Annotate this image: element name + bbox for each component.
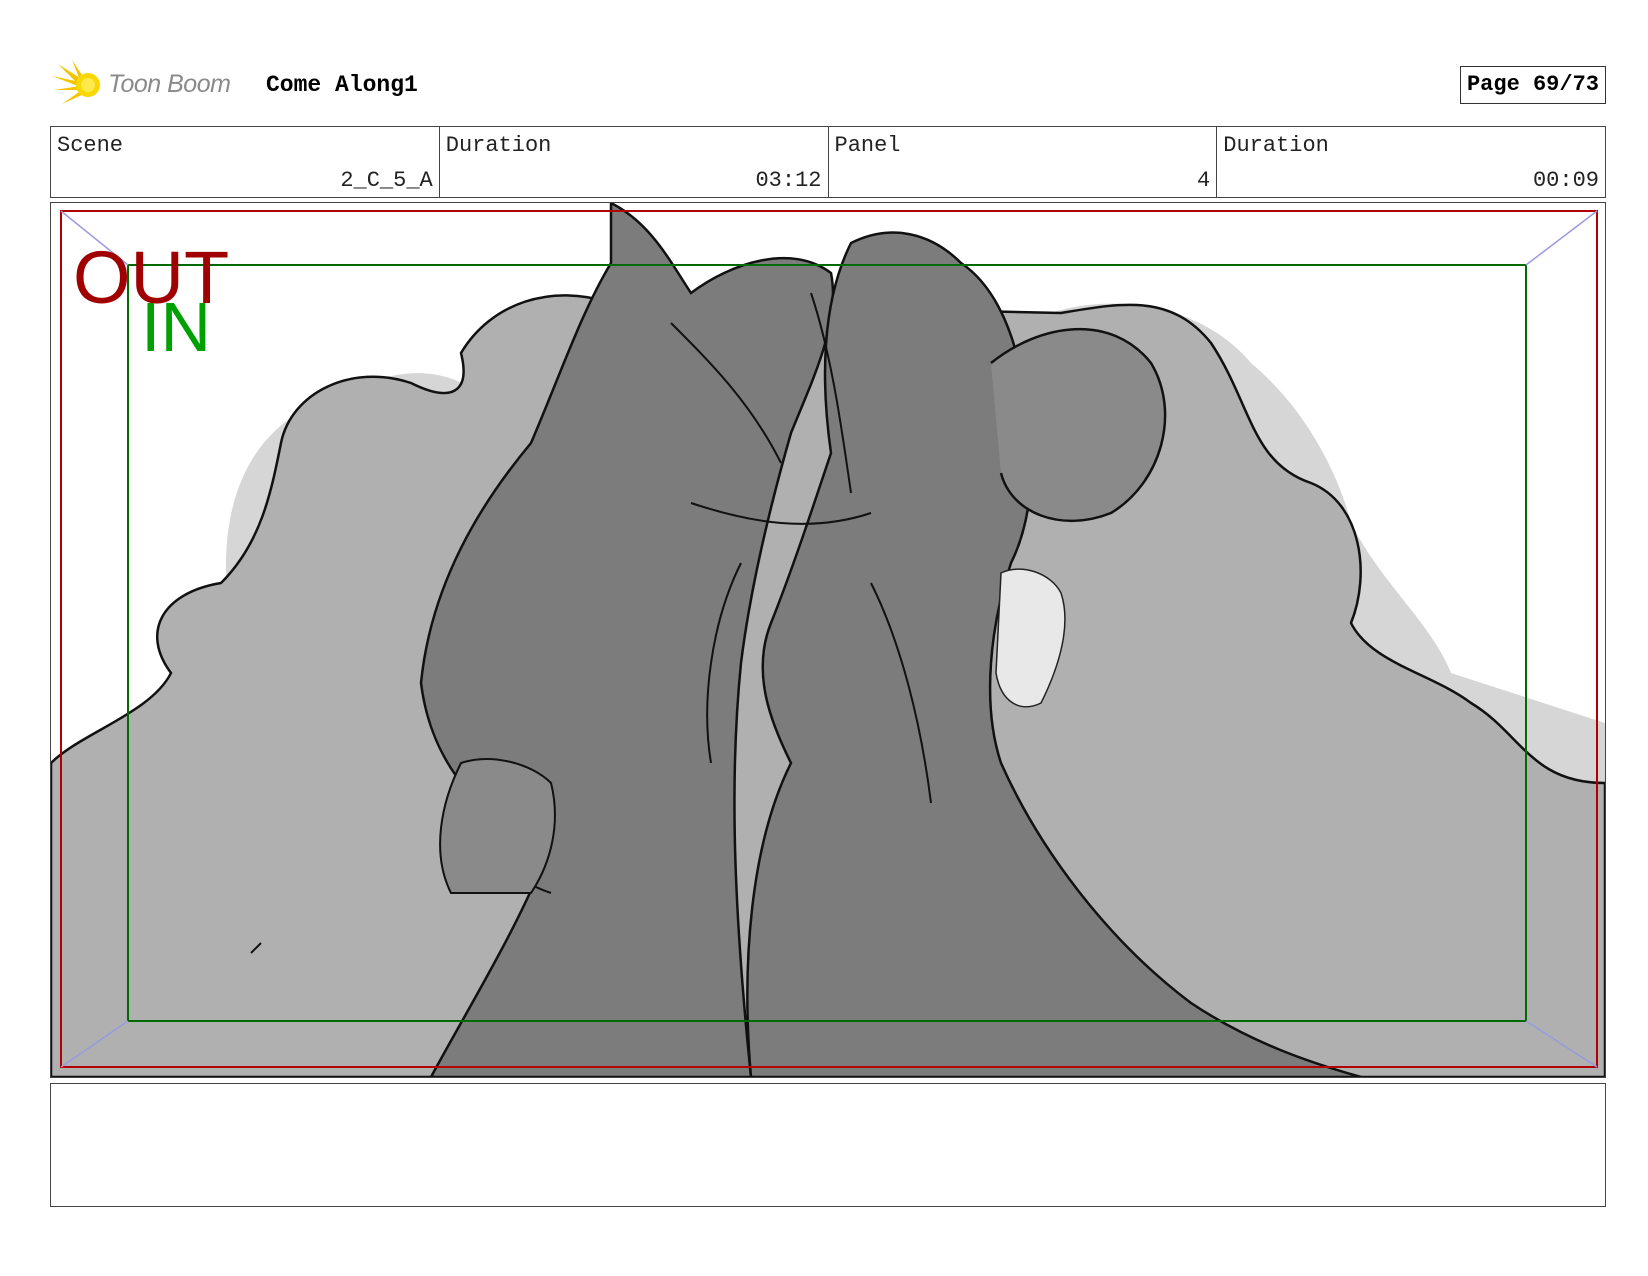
panel-notes-box[interactable] <box>50 1083 1606 1207</box>
toon-boom-logo: Toon Boom <box>50 58 250 110</box>
panel-duration-label: Duration <box>1223 133 1329 158</box>
panel-value: 4 <box>1197 168 1211 193</box>
scene-duration-label: Duration <box>445 133 552 158</box>
logo-wordmark: Toon Boom <box>108 70 231 98</box>
starburst-icon <box>52 60 100 104</box>
panel-image: OUT IN <box>50 202 1606 1078</box>
storyboard-sketch: OUT IN <box>51 203 1605 1077</box>
in-label: IN <box>141 288 211 366</box>
page-indicator: Page 69/73 <box>1459 66 1606 104</box>
panel-duration-cell: Duration 00:09 <box>1217 127 1605 197</box>
panel-cell: Panel 4 <box>829 127 1218 197</box>
scene-cell: Scene 2_C_5_A <box>51 127 440 197</box>
storyboard-header: Toon Boom Come Along1 Page 69/73 <box>50 58 1606 110</box>
scene-duration-cell: Duration 03:12 <box>440 127 829 197</box>
scene-value: 2_C_5_A <box>340 168 433 193</box>
figure-hand <box>439 758 556 894</box>
scene-duration-value: 03:12 <box>755 168 822 193</box>
panel-duration-value: 00:09 <box>1532 168 1599 193</box>
panel-info-table: Scene 2_C_5_A Duration 03:12 Panel 4 Dur… <box>50 126 1606 198</box>
project-title: Come Along1 <box>266 72 418 98</box>
scene-label: Scene <box>57 133 124 158</box>
panel-label: Panel <box>834 133 901 158</box>
